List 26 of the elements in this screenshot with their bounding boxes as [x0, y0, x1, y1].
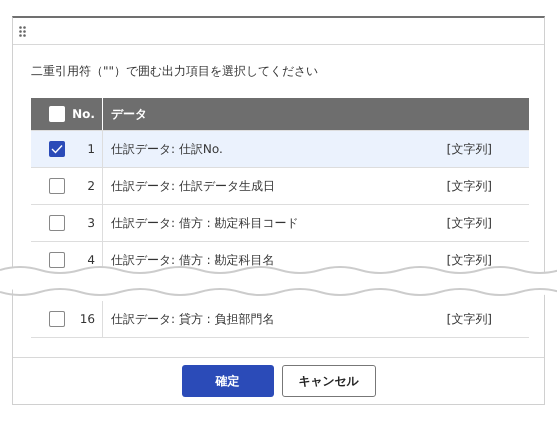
table-cell: 仕訳データ: 仕訳データ生成日 — [111, 178, 275, 194]
table-cell: [文字列] — [446, 252, 492, 268]
table-cell: 仕訳データ: 貸方 : 負担部門名 — [111, 310, 275, 328]
checkbox[interactable] — [49, 178, 65, 194]
row-number: 4 — [87, 253, 95, 267]
checkbox[interactable] — [49, 311, 65, 327]
checkbox[interactable] — [49, 252, 65, 268]
table-cell: [文字列] — [446, 140, 492, 158]
column-header: No. — [72, 107, 95, 121]
row-number: 2 — [87, 179, 95, 193]
table-cell: [文字列] — [446, 178, 492, 194]
instruction-text: 二重引用符（""）で囲む出力項目を選択してください — [31, 63, 320, 79]
drag-handle-icon[interactable] — [19, 26, 26, 36]
cancel-button[interactable]: キャンセル — [282, 365, 376, 397]
confirm-button[interactable]: 確定 — [182, 365, 274, 397]
table-cell: [文字列] — [446, 310, 492, 328]
checkbox[interactable] — [49, 141, 65, 157]
table-cell: 仕訳データ: 借方 : 勘定科目名 — [111, 252, 275, 268]
table-cell: 仕訳データ: 仕訳No. — [111, 140, 223, 158]
row-number: 3 — [87, 216, 95, 230]
table-cell: [文字列] — [446, 214, 492, 232]
table-cell: 仕訳データ: 借方 : 勘定科目コード — [111, 214, 299, 232]
checkbox[interactable] — [49, 215, 65, 231]
row-number: 1 — [87, 142, 95, 156]
column-header: データ — [111, 106, 147, 122]
row-number: 16 — [80, 312, 95, 326]
